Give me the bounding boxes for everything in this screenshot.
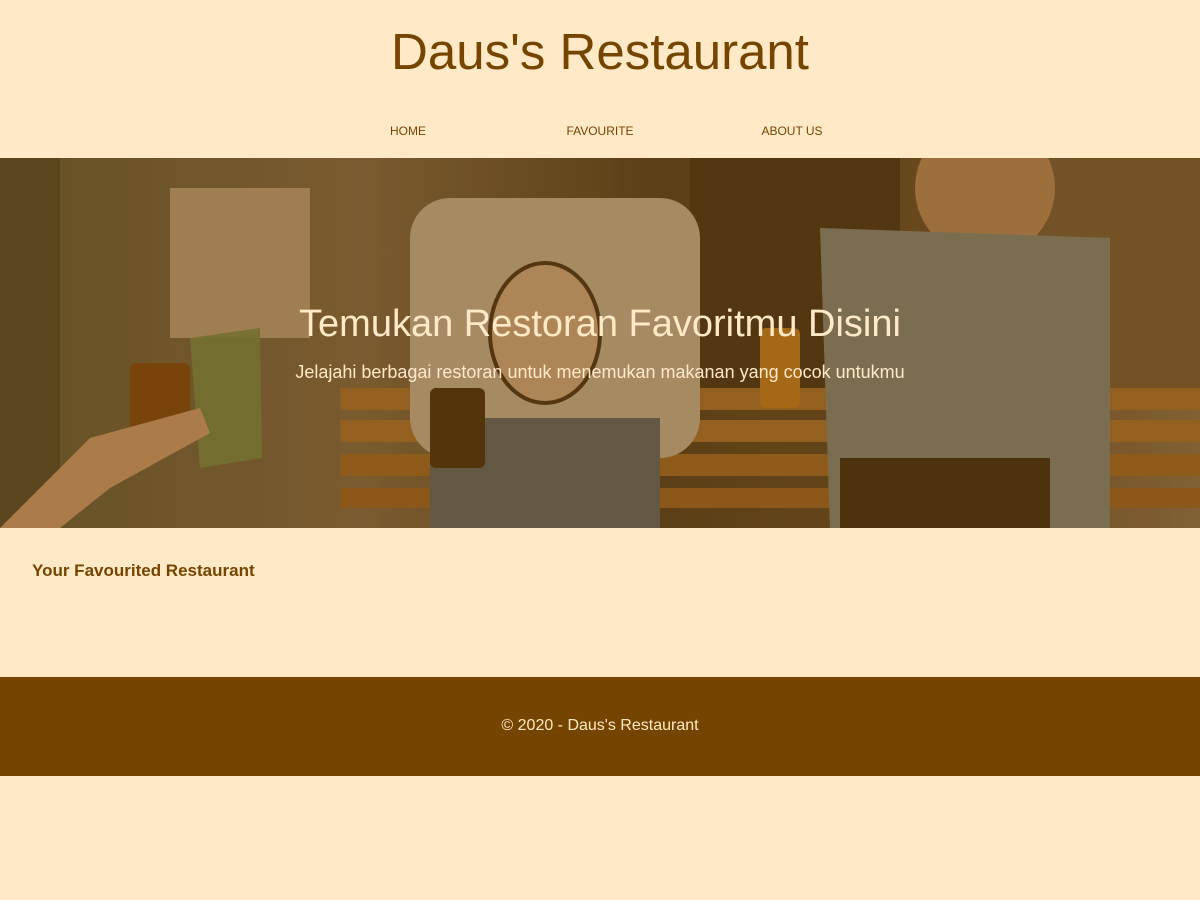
footer: © 2020 - Daus's Restaurant xyxy=(0,677,1200,776)
main-nav: HOME FAVOURITE ABOUT US xyxy=(0,118,1200,144)
app-title: Daus's Restaurant xyxy=(391,23,809,80)
nav-link-favourite[interactable]: FAVOURITE xyxy=(566,118,633,144)
footer-copyright: © 2020 - Daus's Restaurant xyxy=(501,717,699,734)
hero-subtitle: Jelajahi berbagai restoran untuk menemuk… xyxy=(295,362,905,382)
favourite-section: Your Favourited Restaurant xyxy=(0,528,1200,677)
nav-link-home[interactable]: HOME xyxy=(390,118,426,144)
hero-banner: Temukan Restoran Favoritmu Disini Jelaja… xyxy=(0,158,1200,528)
app-header: Daus's Restaurant HOME FAVOURITE ABOUT U… xyxy=(0,0,1200,158)
hero-title: Temukan Restoran Favoritmu Disini xyxy=(299,303,901,345)
section-title: Your Favourited Restaurant xyxy=(32,561,255,580)
nav-link-about-us[interactable]: ABOUT US xyxy=(761,118,822,144)
